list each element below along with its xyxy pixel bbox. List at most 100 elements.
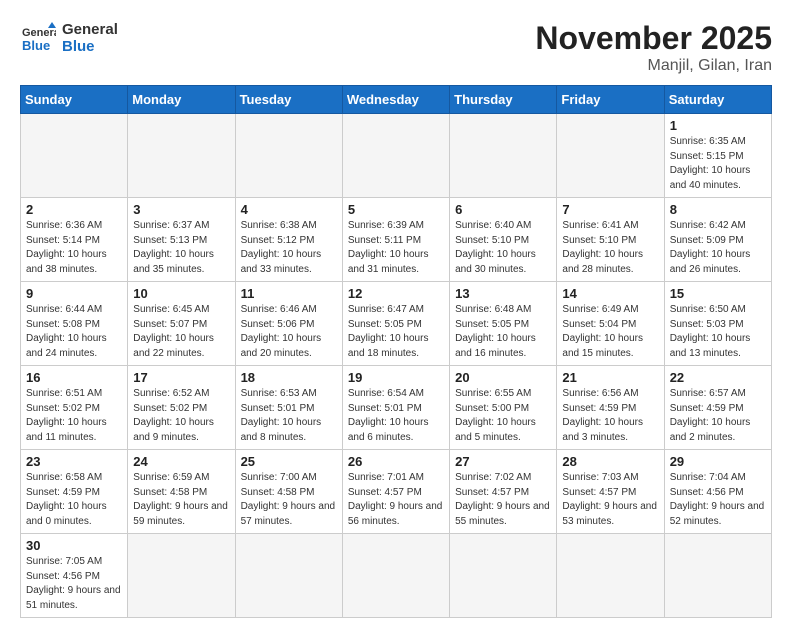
day-info: Sunrise: 7:05 AMSunset: 4:56 PMDaylight:… <box>26 555 122 613</box>
day-number: 22 <box>670 370 766 385</box>
weekday-header-monday: Monday <box>128 86 235 114</box>
day-number: 13 <box>455 286 551 301</box>
day-number: 7 <box>562 202 658 217</box>
weekday-row: SundayMondayTuesdayWednesdayThursdayFrid… <box>21 86 772 114</box>
day-number: 21 <box>562 370 658 385</box>
calendar-cell: 6Sunrise: 6:40 AMSunset: 5:10 PMDaylight… <box>450 198 557 282</box>
day-info: Sunrise: 6:37 AMSunset: 5:13 PMDaylight:… <box>133 219 229 277</box>
calendar-cell <box>664 534 771 618</box>
calendar-cell: 14Sunrise: 6:49 AMSunset: 5:04 PMDayligh… <box>557 282 664 366</box>
day-info: Sunrise: 7:00 AMSunset: 4:58 PMDaylight:… <box>241 471 337 529</box>
calendar-cell <box>235 534 342 618</box>
day-info: Sunrise: 6:38 AMSunset: 5:12 PMDaylight:… <box>241 219 337 277</box>
calendar-cell <box>557 114 664 198</box>
calendar-cell: 20 Sunrise: 6:55 AMSunset: 5:00 PMDayligh… <box>450 366 557 450</box>
day-number: 26 <box>348 454 444 469</box>
day-number: 1 <box>670 118 766 133</box>
calendar-cell: 7Sunrise: 6:41 AMSunset: 5:10 PMDaylight… <box>557 198 664 282</box>
weekday-header-saturday: Saturday <box>664 86 771 114</box>
week-row-1: 2 Sunrise: 6:36 AMSunset: 5:14 PMDaylight… <box>21 198 772 282</box>
day-number: 10 <box>133 286 229 301</box>
weekday-header-thursday: Thursday <box>450 86 557 114</box>
week-row-0: 1Sunrise: 6:35 AMSunset: 5:15 PMDaylight… <box>21 114 772 198</box>
day-info: Sunrise: 6:51 AMSunset: 5:02 PMDaylight:… <box>26 387 122 445</box>
svg-text:Blue: Blue <box>22 38 50 53</box>
calendar-cell: 8 Sunrise: 6:42 AMSunset: 5:09 PMDaylight… <box>664 198 771 282</box>
day-number: 11 <box>241 286 337 301</box>
day-number: 9 <box>26 286 122 301</box>
day-number: 12 <box>348 286 444 301</box>
logo-blue-text: Blue <box>62 38 118 55</box>
calendar-cell: 16 Sunrise: 6:51 AMSunset: 5:02 PMDayligh… <box>21 366 128 450</box>
calendar-cell: 22 Sunrise: 6:57 AMSunset: 4:59 PMDayligh… <box>664 366 771 450</box>
calendar-table: SundayMondayTuesdayWednesdayThursdayFrid… <box>20 85 772 618</box>
location: Manjil, Gilan, Iran <box>535 57 772 75</box>
week-row-2: 9Sunrise: 6:44 AMSunset: 5:08 PMDaylight… <box>21 282 772 366</box>
calendar-cell <box>128 114 235 198</box>
calendar-cell <box>450 534 557 618</box>
day-number: 27 <box>455 454 551 469</box>
day-info: Sunrise: 6:48 AMSunset: 5:05 PMDaylight:… <box>455 303 551 361</box>
day-number: 4 <box>241 202 337 217</box>
weekday-header-wednesday: Wednesday <box>342 86 449 114</box>
weekday-header-sunday: Sunday <box>21 86 128 114</box>
calendar-cell <box>128 534 235 618</box>
calendar-body: 1Sunrise: 6:35 AMSunset: 5:15 PMDaylight… <box>21 114 772 618</box>
day-number: 23 <box>26 454 122 469</box>
calendar-cell: 17Sunrise: 6:52 AMSunset: 5:02 PMDayligh… <box>128 366 235 450</box>
calendar-cell: 24 Sunrise: 6:59 AMSunset: 4:58 PMDayligh… <box>128 450 235 534</box>
day-number: 18 <box>241 370 337 385</box>
day-number: 3 <box>133 202 229 217</box>
calendar-cell: 10 Sunrise: 6:45 AMSunset: 5:07 PMDayligh… <box>128 282 235 366</box>
day-info: Sunrise: 6:59 AMSunset: 4:58 PMDaylight:… <box>133 471 229 529</box>
calendar-cell: 19Sunrise: 6:54 AMSunset: 5:01 PMDayligh… <box>342 366 449 450</box>
day-number: 17 <box>133 370 229 385</box>
calendar-cell: 3 Sunrise: 6:37 AMSunset: 5:13 PMDaylight… <box>128 198 235 282</box>
month-title: November 2025 <box>535 20 772 57</box>
page-header: General Blue General Blue November 2025 … <box>20 20 772 75</box>
week-row-3: 16 Sunrise: 6:51 AMSunset: 5:02 PMDayligh… <box>21 366 772 450</box>
day-info: Sunrise: 6:45 AMSunset: 5:07 PMDaylight:… <box>133 303 229 361</box>
day-number: 16 <box>26 370 122 385</box>
day-info: Sunrise: 6:50 AMSunset: 5:03 PMDaylight:… <box>670 303 766 361</box>
calendar-cell: 5 Sunrise: 6:39 AMSunset: 5:11 PMDaylight… <box>342 198 449 282</box>
day-info: Sunrise: 6:55 AMSunset: 5:00 PMDaylight:… <box>455 387 551 445</box>
day-info: Sunrise: 7:01 AMSunset: 4:57 PMDaylight:… <box>348 471 444 529</box>
day-number: 24 <box>133 454 229 469</box>
day-number: 29 <box>670 454 766 469</box>
logo-icon: General Blue <box>20 20 56 56</box>
day-info: Sunrise: 6:58 AMSunset: 4:59 PMDaylight:… <box>26 471 122 529</box>
calendar-cell: 15Sunrise: 6:50 AMSunset: 5:03 PMDayligh… <box>664 282 771 366</box>
calendar-cell: 23 Sunrise: 6:58 AMSunset: 4:59 PMDayligh… <box>21 450 128 534</box>
day-number: 8 <box>670 202 766 217</box>
day-number: 28 <box>562 454 658 469</box>
calendar-cell <box>342 114 449 198</box>
calendar-header: SundayMondayTuesdayWednesdayThursdayFrid… <box>21 86 772 114</box>
calendar-cell: 4 Sunrise: 6:38 AMSunset: 5:12 PMDaylight… <box>235 198 342 282</box>
title-block: November 2025 Manjil, Gilan, Iran <box>535 20 772 75</box>
day-number: 19 <box>348 370 444 385</box>
day-number: 25 <box>241 454 337 469</box>
calendar-cell: 29 Sunrise: 7:04 AMSunset: 4:56 PMDayligh… <box>664 450 771 534</box>
week-row-5: 30Sunrise: 7:05 AMSunset: 4:56 PMDayligh… <box>21 534 772 618</box>
day-info: Sunrise: 6:57 AMSunset: 4:59 PMDaylight:… <box>670 387 766 445</box>
calendar-cell: 30Sunrise: 7:05 AMSunset: 4:56 PMDayligh… <box>21 534 128 618</box>
calendar-cell <box>235 114 342 198</box>
calendar-cell: 25 Sunrise: 7:00 AMSunset: 4:58 PMDayligh… <box>235 450 342 534</box>
day-info: Sunrise: 7:04 AMSunset: 4:56 PMDaylight:… <box>670 471 766 529</box>
day-number: 2 <box>26 202 122 217</box>
day-number: 6 <box>455 202 551 217</box>
calendar-cell: 1Sunrise: 6:35 AMSunset: 5:15 PMDaylight… <box>664 114 771 198</box>
calendar-cell <box>342 534 449 618</box>
day-info: Sunrise: 6:36 AMSunset: 5:14 PMDaylight:… <box>26 219 122 277</box>
day-info: Sunrise: 6:53 AMSunset: 5:01 PMDaylight:… <box>241 387 337 445</box>
calendar-cell: 13 Sunrise: 6:48 AMSunset: 5:05 PMDayligh… <box>450 282 557 366</box>
day-info: Sunrise: 6:42 AMSunset: 5:09 PMDaylight:… <box>670 219 766 277</box>
calendar-cell: 9Sunrise: 6:44 AMSunset: 5:08 PMDaylight… <box>21 282 128 366</box>
calendar-cell: 12Sunrise: 6:47 AMSunset: 5:05 PMDayligh… <box>342 282 449 366</box>
day-number: 5 <box>348 202 444 217</box>
day-number: 20 <box>455 370 551 385</box>
calendar-cell: 26 Sunrise: 7:01 AMSunset: 4:57 PMDayligh… <box>342 450 449 534</box>
day-info: Sunrise: 6:39 AMSunset: 5:11 PMDaylight:… <box>348 219 444 277</box>
calendar-cell <box>21 114 128 198</box>
